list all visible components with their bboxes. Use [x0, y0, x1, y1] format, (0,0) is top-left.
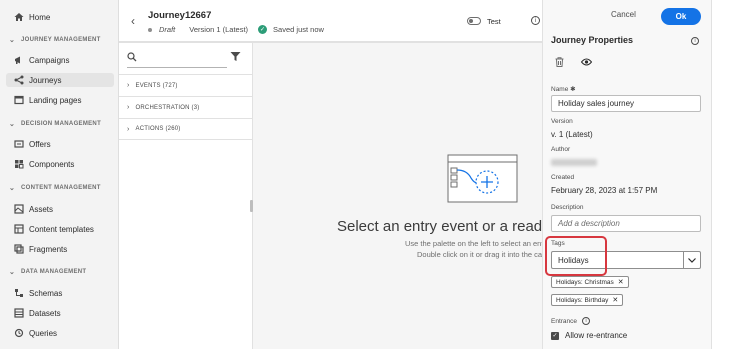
empty-canvas-illustration [447, 154, 518, 203]
offer-icon [14, 139, 24, 149]
tag-chip: Holidays: Birthday ✕ [551, 294, 624, 306]
info-icon[interactable]: i [691, 37, 699, 45]
canvas-empty-title: Select an entry event or a read se [337, 218, 542, 235]
journey-version: Version 1 (Latest) [189, 25, 249, 34]
info-icon[interactable]: i [582, 317, 591, 325]
nav-item-label: Home [29, 12, 51, 22]
nav-item-home[interactable]: Home [14, 10, 50, 24]
entrance-section: Entrance i [551, 317, 591, 325]
chevron-down-icon: ⌄ [9, 185, 16, 192]
search-icon[interactable] [127, 52, 137, 64]
chevron-right-icon: › [127, 82, 130, 89]
journey-title: Journey12667 [148, 10, 212, 21]
journey-status: Draft Version 1 (Latest) ✓ Saved just no… [148, 25, 324, 34]
nav-item-journeys[interactable]: Journeys [6, 73, 114, 87]
allow-reentrance-checkbox[interactable]: ✓ Allow re-entrance [551, 331, 627, 340]
nav-item-assets[interactable]: Assets [14, 202, 53, 216]
megaphone-icon [14, 55, 24, 65]
dataset-icon [14, 308, 24, 318]
version-value: v. 1 (Latest) [551, 130, 593, 139]
status-draft: Draft [159, 25, 176, 34]
test-toggle[interactable] [467, 17, 481, 25]
nav-section-data-management[interactable]: ⌄ DATA MANAGEMENT [9, 266, 86, 278]
nav-item-fragments[interactable]: Fragments [14, 242, 67, 256]
components-icon [14, 159, 24, 169]
right-rail [711, 0, 750, 349]
nav-item-campaigns[interactable]: Campaigns [14, 53, 69, 67]
query-icon [14, 328, 24, 338]
left-nav: Home ⌄ JOURNEY MANAGEMENT Campaigns Jour… [0, 0, 119, 349]
entrance-label: Entrance [551, 317, 578, 325]
nav-item-queries[interactable]: Queries [14, 326, 57, 340]
checkbox-checked-icon[interactable]: ✓ [551, 331, 559, 340]
eye-icon[interactable] [580, 58, 593, 68]
nav-item-datasets[interactable]: Datasets [14, 306, 61, 320]
nav-item-landing-pages[interactable]: Landing pages [14, 93, 82, 107]
page-icon [14, 95, 24, 105]
nav-item-schemas[interactable]: Schemas [14, 286, 62, 300]
palette-category-actions[interactable]: › ACTIONS (260) [119, 118, 253, 140]
nav-section-journey-management[interactable]: ⌄ JOURNEY MANAGEMENT [9, 34, 101, 46]
canvas-hint-line-2: Double click on it or drag it into the c… [417, 250, 542, 259]
back-arrow-icon[interactable]: ‹ [131, 14, 135, 28]
status-dot-icon [148, 27, 152, 32]
remove-tag-icon[interactable]: ✕ [618, 278, 624, 286]
home-icon [14, 12, 24, 22]
palette-category-orchestration[interactable]: › ORCHESTRATION (3) [119, 96, 253, 118]
canvas-hint-line-1: Use the palette on the left to select an… [405, 239, 542, 248]
version-label: Version [551, 118, 573, 125]
saved-status: Saved just now [273, 25, 324, 34]
schema-icon [14, 288, 24, 298]
chevron-right-icon: › [127, 104, 130, 111]
chevron-down-icon[interactable] [683, 252, 700, 268]
created-label: Created [551, 174, 575, 181]
nav-section-decision-management[interactable]: ⌄ DECISION MANAGEMENT [9, 118, 101, 130]
palette-search-input[interactable] [127, 67, 227, 68]
nav-item-offers[interactable]: Offers [14, 137, 51, 151]
nav-item-components[interactable]: Components [14, 157, 74, 171]
cancel-button[interactable]: Cancel [611, 10, 636, 19]
properties-actions [555, 57, 593, 69]
activity-palette: › EVENTS (727) › ORCHESTRATION (3) › ACT… [119, 43, 253, 349]
info-icon[interactable]: i [531, 16, 540, 25]
author-value-redacted [551, 159, 597, 166]
nav-item-content-templates[interactable]: Content templates [14, 222, 94, 236]
trash-icon[interactable] [555, 57, 564, 69]
tag-chip: Holidays: Christmas ✕ [551, 276, 629, 288]
journey-header: ‹ Journey12667 Draft Version 1 (Latest) … [119, 0, 542, 42]
chevron-right-icon: › [127, 125, 130, 133]
created-value: February 28, 2023 at 1:57 PM [551, 186, 658, 195]
allow-reentrance-label: Allow re-entrance [565, 331, 628, 340]
checkmark-icon: ✓ [258, 25, 268, 34]
description-label: Description [551, 204, 584, 211]
fragment-icon [14, 244, 24, 254]
remove-tag-icon[interactable]: ✕ [612, 296, 618, 304]
palette-category-events[interactable]: › EVENTS (727) [119, 74, 253, 96]
name-label: Name ✱ [551, 86, 576, 93]
template-icon [14, 224, 24, 234]
tags-highlight-box [545, 236, 607, 276]
ok-button[interactable]: Ok [661, 8, 701, 25]
test-label: Test [487, 17, 501, 26]
nav-section-content-management[interactable]: ⌄ CONTENT MANAGEMENT [9, 182, 101, 194]
filter-icon[interactable] [230, 51, 241, 64]
chevron-down-icon: ⌄ [9, 269, 16, 276]
journey-name-field[interactable]: Holiday sales journey [551, 95, 701, 112]
properties-title: Journey Properties [551, 35, 634, 45]
journey-canvas[interactable]: Select an entry event or a read se Use t… [253, 43, 542, 349]
assets-icon [14, 204, 24, 214]
journey-icon [14, 75, 24, 85]
description-field[interactable]: Add a description [551, 215, 701, 232]
author-label: Author [551, 146, 571, 153]
chevron-down-icon: ⌄ [9, 121, 16, 128]
chevron-down-icon: ⌄ [9, 37, 16, 44]
